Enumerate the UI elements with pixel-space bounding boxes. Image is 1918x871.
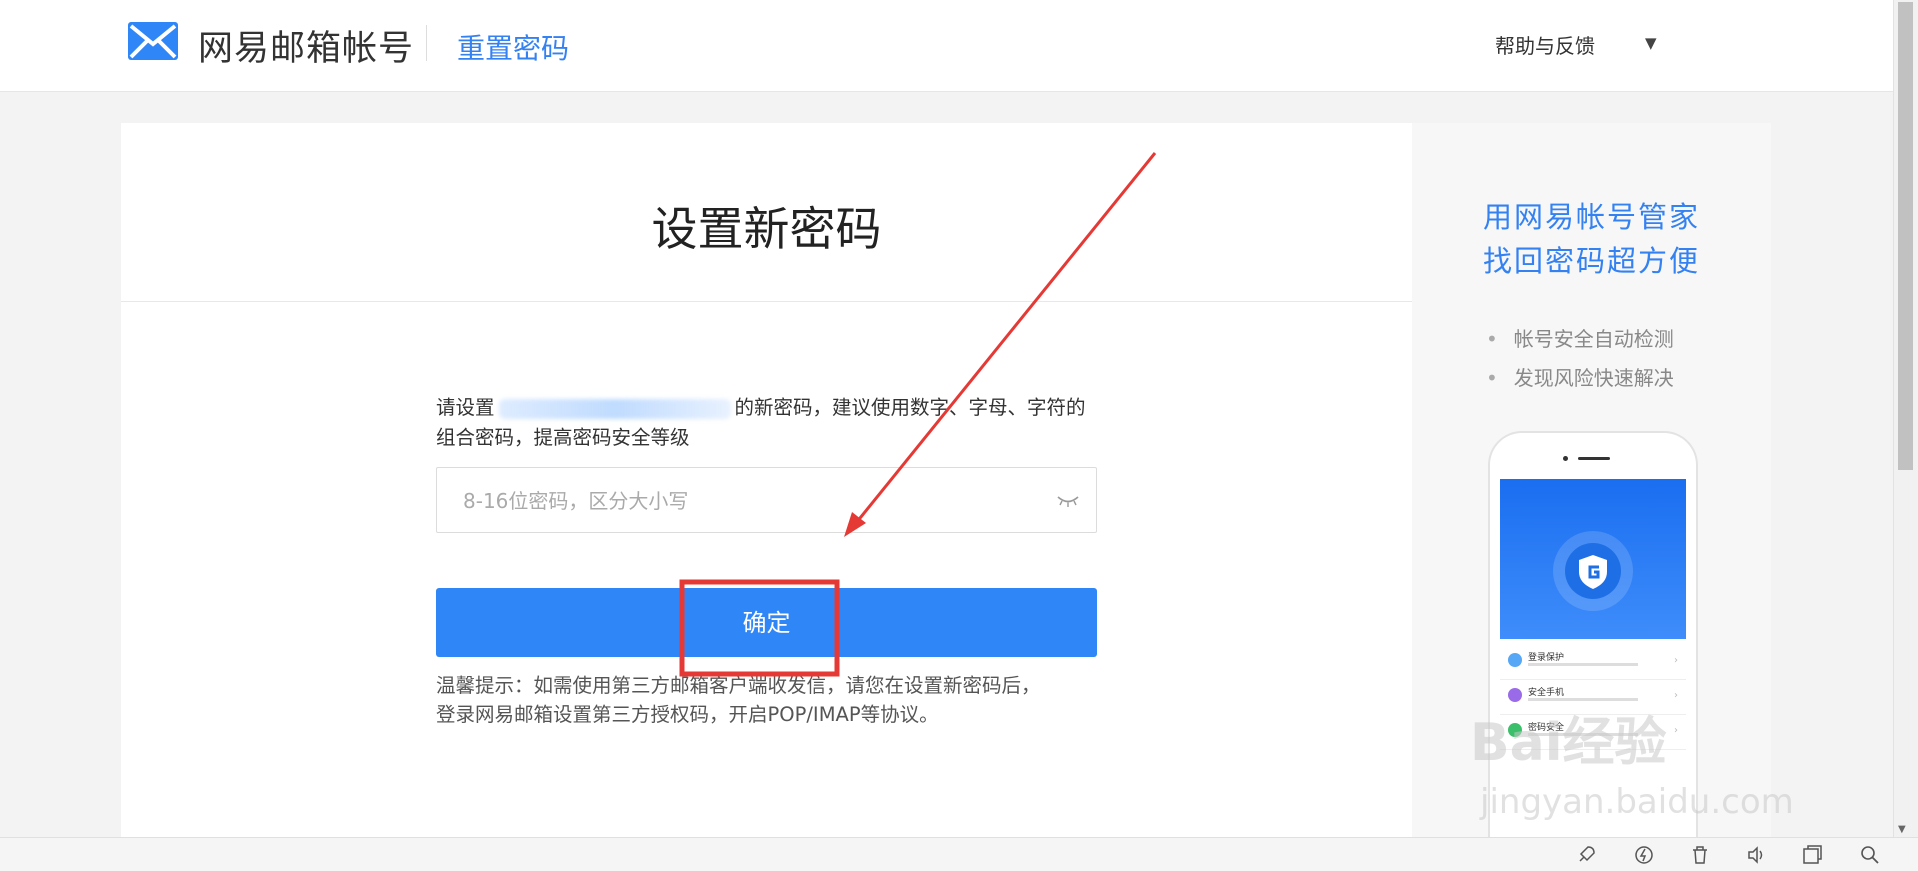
app-hero xyxy=(1500,479,1686,639)
reset-password-card: 设置新密码 请设置 的新密码，建议使用数字、字母、字符的组合密码，提高密码安全等级… xyxy=(121,123,1412,837)
promo-feature-list: 帐号安全自动检测 发现风险快速解决 xyxy=(1486,320,1674,398)
window-icon[interactable] xyxy=(1802,845,1822,865)
instruction-prefix: 请设置 xyxy=(436,396,495,419)
promo-feature-item: 发现风险快速解决 xyxy=(1486,359,1674,398)
instruction-text: 请设置 的新密码，建议使用数字、字母、字符的组合密码，提高密码安全等级 xyxy=(436,393,1096,453)
promo-title-line-1: 用网易帐号管家 xyxy=(1482,200,1700,234)
baidu-watermark: Bai经验 xyxy=(1470,713,1667,773)
header-divider xyxy=(426,25,427,61)
app-row-label: 登录保护 xyxy=(1528,653,1565,663)
chevron-right-icon: › xyxy=(1674,725,1678,736)
chevron-right-icon: › xyxy=(1674,655,1678,666)
page-subtitle: 重置密码 xyxy=(457,32,570,65)
promo-title: 用网易帐号管家 找回密码超方便 xyxy=(1412,195,1771,283)
top-header: 网易邮箱帐号 重置密码 帮助与反馈 ▼ xyxy=(0,0,1894,92)
new-password-input[interactable] xyxy=(461,468,1045,534)
promo-feature-item: 帐号安全自动检测 xyxy=(1486,320,1674,359)
promo-title-line-2: 找回密码超方便 xyxy=(1482,244,1700,278)
mail-logo-icon xyxy=(128,22,178,60)
app-row-label: 安全手机 xyxy=(1528,688,1565,698)
tips-line-1: 温馨提示：如需使用第三方邮箱客户端收发信，请您在设置新密码后， xyxy=(436,674,1041,697)
scroll-down-icon[interactable]: ▼ xyxy=(1898,824,1906,835)
vertical-scrollbar[interactable]: ▼ xyxy=(1893,0,1918,837)
tips-text: 温馨提示：如需使用第三方邮箱客户端收发信，请您在设置新密码后， 登录网易邮箱设置… xyxy=(436,671,1116,729)
chevron-down-icon[interactable]: ▼ xyxy=(1645,34,1657,52)
baidu-watermark-url: jingyan.baidu.com xyxy=(1480,782,1794,822)
logo-text: 网易邮箱帐号 xyxy=(198,29,415,69)
phone-camera xyxy=(1563,456,1568,461)
rocket-icon[interactable] xyxy=(1576,845,1596,865)
phone-speaker xyxy=(1578,457,1610,460)
scrollbar-thumb[interactable] xyxy=(1898,2,1913,470)
speed-icon[interactable] xyxy=(1634,845,1654,865)
shield-logo-icon xyxy=(1553,531,1633,611)
page-title: 设置新密码 xyxy=(651,202,882,256)
shield-g-icon xyxy=(1579,555,1607,589)
trash-icon[interactable] xyxy=(1690,845,1710,865)
masked-account xyxy=(498,398,731,419)
phone-mockup: 登录保护 › 安全手机 › 密码安全 › xyxy=(1488,431,1698,839)
speaker-icon[interactable] xyxy=(1746,845,1766,865)
eye-closed-icon[interactable] xyxy=(1056,494,1080,508)
tips-line-2: 登录网易邮箱设置第三方授权码，开启POP/IMAP等协议。 xyxy=(436,703,939,726)
search-icon[interactable] xyxy=(1860,845,1880,865)
help-feedback-link[interactable]: 帮助与反馈 xyxy=(1495,30,1595,59)
password-field[interactable] xyxy=(436,467,1097,534)
browser-statusbar xyxy=(0,837,1918,871)
chevron-right-icon: › xyxy=(1674,690,1678,701)
app-row: 登录保护 › xyxy=(1500,645,1686,680)
confirm-button[interactable]: 确定 xyxy=(436,588,1097,657)
title-divider xyxy=(121,301,1412,302)
